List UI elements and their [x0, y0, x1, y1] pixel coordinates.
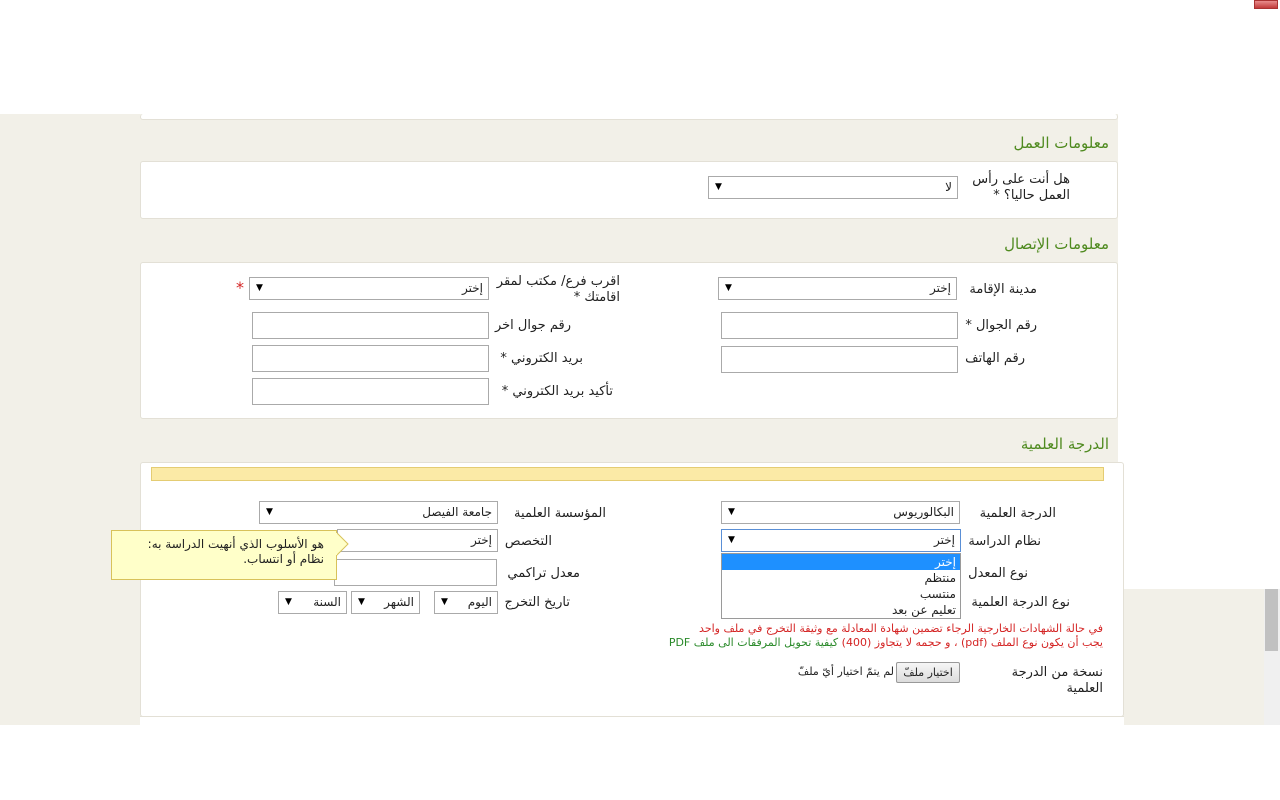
tooltip-line-2: نظام أو انتساب.: [243, 552, 324, 566]
degree-value: البكالوريوس: [893, 505, 954, 519]
grad-month-select[interactable]: الشهر ▼: [351, 591, 420, 614]
choose-file-button[interactable]: اختيار ملفّ: [896, 662, 960, 683]
pdf-conversion-link[interactable]: كيفية تحويل المرفقات الى ملف PDF: [669, 636, 838, 649]
study-system-option[interactable]: تعليم عن بعد: [722, 602, 960, 618]
chevron-down-icon: ▼: [728, 507, 735, 517]
grad-year-value: السنة: [313, 595, 341, 609]
work-top-strip: [140, 114, 1118, 120]
alt-mobile-label: رقم جوال اخر: [494, 318, 571, 333]
institution-select[interactable]: جامعة الفيصل ▼: [259, 501, 498, 524]
grad-year-select[interactable]: السنة ▼: [278, 591, 347, 614]
major-value: إختر: [471, 533, 492, 547]
institution-label: المؤسسة العلمية: [514, 506, 606, 521]
mobile-input[interactable]: [721, 312, 958, 339]
phone-input[interactable]: [721, 346, 958, 373]
chevron-down-icon: ▼: [358, 597, 365, 607]
tooltip-pointer: [336, 532, 349, 556]
mobile-label: رقم الجوال *: [965, 318, 1037, 333]
chevron-down-icon: ▼: [441, 597, 448, 607]
major-label: التخصص: [504, 534, 552, 549]
major-select[interactable]: إختر: [337, 529, 498, 552]
study-system-select[interactable]: إختر ▼: [721, 529, 961, 552]
degree-label: الدرجة العلمية: [979, 506, 1056, 521]
gpa-type-label: نوع المعدل: [968, 566, 1028, 581]
degree-type-label: نوع الدرجة العلمية: [971, 595, 1070, 610]
contact-section-title: معلومات الإتصال: [1004, 235, 1109, 253]
degree-panel-bottom-line: [140, 716, 1124, 725]
chevron-down-icon: ▼: [285, 597, 292, 607]
degree-section-title: الدرجة العلمية: [1020, 435, 1109, 453]
city-label: مدينة الإقامة: [969, 282, 1037, 297]
branch-label: اقرب فرع/ مكتب لمقر اقامتك *: [496, 274, 620, 305]
flag-icon[interactable]: [1254, 0, 1278, 9]
study-system-value: إختر: [934, 533, 955, 547]
degree-copy-label: نسخة من الدرجة العلمية: [1011, 665, 1103, 696]
degree-select[interactable]: البكالوريوس ▼: [721, 501, 960, 524]
on-job-value: لا: [945, 180, 952, 194]
study-system-tooltip: هو الأسلوب الذي أنهيت الدراسة به: نظام أ…: [111, 530, 337, 580]
file-status: لم يتمّ اختيار أيّ ملفّ: [797, 665, 894, 678]
pdf-note-text: يجب أن يكون نوع الملف (pdf) ، و حجمه لا …: [668, 636, 1103, 649]
on-job-select[interactable]: لا ▼: [708, 176, 958, 199]
on-job-label: هل أنت على رأس العمل حاليا؟ *: [972, 172, 1070, 203]
study-system-option[interactable]: منتظم: [722, 570, 960, 586]
email-label: بريد الكتروني *: [500, 351, 583, 366]
study-system-dropdown[interactable]: إختر منتظم منتسب تعليم عن بعد: [721, 553, 961, 619]
email-confirm-input[interactable]: [252, 378, 489, 405]
study-system-option[interactable]: منتسب: [722, 586, 960, 602]
institution-value: جامعة الفيصل: [422, 505, 492, 519]
city-value: إختر: [930, 281, 951, 295]
chevron-down-icon: ▼: [256, 283, 263, 293]
work-section-title: معلومات العمل: [1013, 134, 1110, 152]
branch-required-mark: *: [236, 278, 244, 297]
gpa-label: معدل تراكمي: [507, 566, 580, 581]
chevron-down-icon: ▼: [266, 507, 273, 517]
grad-date-label: تاريخ التخرج: [504, 595, 570, 610]
branch-select[interactable]: إختر ▼: [249, 277, 489, 300]
gpa-input[interactable]: [334, 559, 497, 586]
grad-month-value: الشهر: [384, 595, 414, 609]
grad-day-value: اليوم: [467, 595, 492, 609]
email-input[interactable]: [252, 345, 489, 372]
scrollbar-thumb[interactable]: [1265, 589, 1278, 651]
form-progress-track: [151, 467, 1104, 481]
pdf-note: يجب أن يكون نوع الملف (pdf) ، و حجمه لا …: [669, 636, 1103, 649]
city-select[interactable]: إختر ▼: [718, 277, 957, 300]
email-confirm-label: تأكيد بريد الكتروني *: [501, 384, 613, 399]
grad-day-select[interactable]: اليوم ▼: [434, 591, 498, 614]
chevron-down-icon: ▼: [728, 535, 735, 545]
alt-mobile-input[interactable]: [252, 312, 489, 339]
chevron-down-icon: ▼: [715, 182, 722, 192]
page-background-right: [1118, 589, 1280, 725]
study-system-label: نظام الدراسة: [968, 534, 1041, 549]
study-system-option[interactable]: إختر: [722, 554, 960, 570]
phone-label: رقم الهاتف: [965, 351, 1025, 366]
branch-value: إختر: [462, 281, 483, 295]
chevron-down-icon: ▼: [725, 283, 732, 293]
foreign-certificate-note: في حالة الشهادات الخارجية الرجاء تضمين ش…: [699, 622, 1103, 635]
tooltip-line-1: هو الأسلوب الذي أنهيت الدراسة به:: [147, 537, 324, 551]
